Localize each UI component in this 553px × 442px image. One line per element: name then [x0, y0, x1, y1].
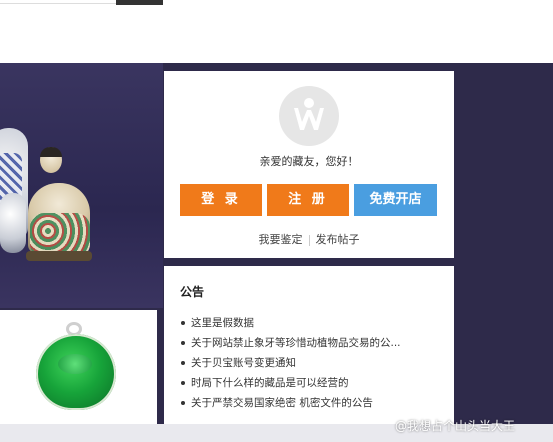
watermark-text: @我想占个山头当大王 [395, 419, 516, 433]
jade-highlight [58, 354, 92, 374]
announcement-item[interactable]: 关于贝宝账号变更通知 [180, 353, 450, 373]
announcement-item[interactable]: 这里是假数据 [180, 313, 450, 333]
site-logo-icon [279, 86, 339, 146]
announcement-list: 这里是假数据 关于网站禁止象牙等珍惜动植物品交易的公... 关于贝宝账号变更通知… [180, 313, 450, 413]
open-store-button[interactable]: 免费开店 [354, 184, 437, 216]
announcement-item[interactable]: 关于网站禁止象牙等珍惜动植物品交易的公... [180, 333, 450, 353]
link-appraisal[interactable]: 我要鉴定 [253, 233, 309, 246]
login-button[interactable]: 登 录 [180, 184, 262, 216]
search-button[interactable] [116, 0, 163, 5]
figurine-base [26, 251, 92, 261]
porcelain-jar [0, 193, 26, 253]
announcement-title: 公告 [180, 285, 205, 299]
link-post[interactable]: 发布帖子 [310, 233, 366, 246]
quick-links: 我要鉴定 发布帖子 [164, 231, 454, 247]
banner-antiques-image[interactable] [0, 63, 163, 308]
greeting-text: 亲爱的藏友，您好！ [259, 155, 359, 168]
jade-pendant-card[interactable] [0, 310, 157, 442]
login-button-label: 登 录 [201, 192, 241, 207]
figurine-hair [40, 147, 62, 157]
login-panel: 亲爱的藏友，您好！ 登 录 注 册 免费开店 我要鉴定 发布帖子 [164, 71, 454, 258]
announcement-item[interactable]: 时局下什么样的藏品是可以经营的 [180, 373, 450, 393]
announcement-panel: 公告 这里是假数据 关于网站禁止象牙等珍惜动植物品交易的公... 关于贝宝账号变… [164, 266, 454, 442]
announcement-item[interactable]: 关于严禁交易国家绝密 机密文件的公告 [180, 393, 450, 413]
search-input[interactable] [0, 0, 116, 4]
register-button[interactable]: 注 册 [267, 184, 349, 216]
open-store-button-label: 免费开店 [369, 192, 422, 207]
register-button-label: 注 册 [288, 192, 328, 207]
